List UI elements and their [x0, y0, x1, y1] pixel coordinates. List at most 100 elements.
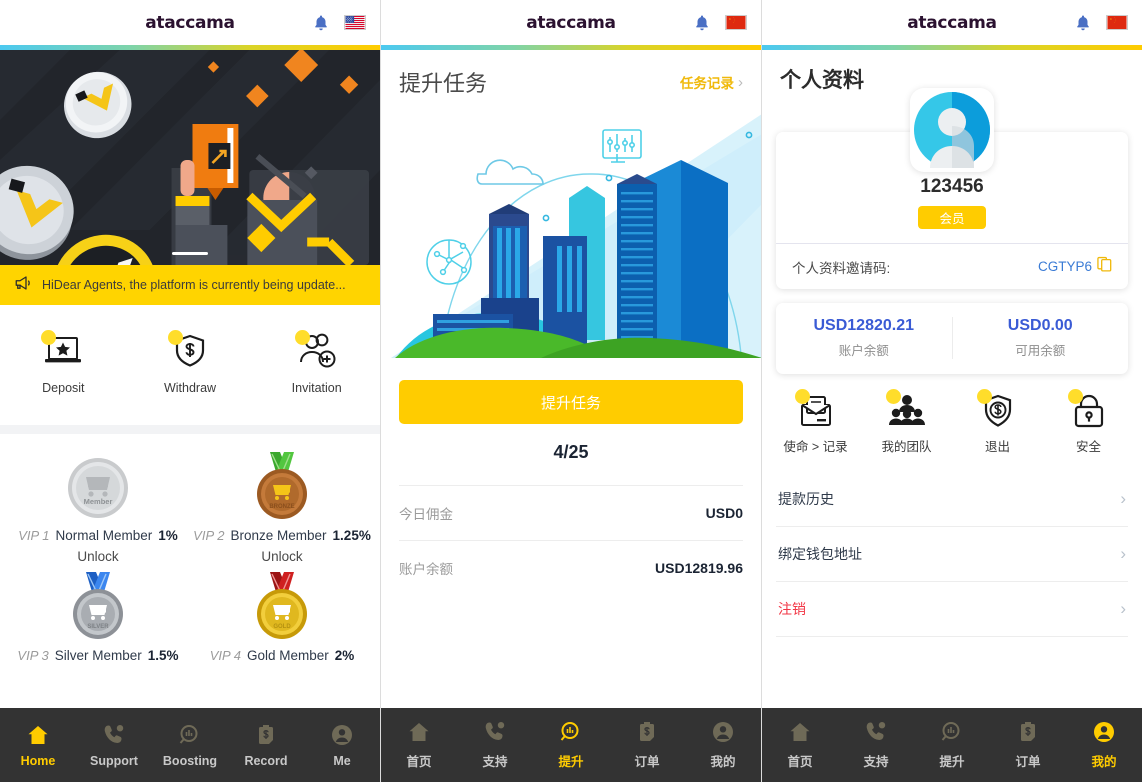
avatar[interactable] — [910, 88, 994, 172]
tab-label: 提升 — [558, 755, 584, 769]
panel-profile: ataccama 个人资料 123456 会员 个人资料邀请码: CGTYP6 … — [762, 0, 1142, 782]
tab-boosting[interactable]: Boosting — [152, 723, 228, 768]
function-my-team[interactable]: 我的团队 — [861, 389, 952, 456]
row-value: USD0 — [705, 505, 743, 521]
page-title: 提升任务 — [399, 71, 488, 96]
menu-item-bind-wallet[interactable]: 绑定钱包地址 › — [776, 527, 1128, 583]
tab-me[interactable]: Me — [304, 723, 380, 768]
deposit-icon — [41, 330, 84, 371]
quick-action-label: Withdraw — [163, 381, 217, 395]
boosting-icon — [179, 724, 198, 744]
balance-label: 账户余额 — [838, 344, 889, 358]
bell-icon[interactable] — [693, 13, 711, 33]
hero-banner[interactable] — [0, 50, 380, 265]
section-divider — [0, 425, 380, 434]
gold-medal-icon: GOLD — [257, 572, 307, 639]
vip-rate: 1% — [158, 528, 178, 543]
tab-label: 提升 — [939, 755, 965, 769]
account-balance-row: 账户余额 USD12819.96 — [399, 540, 743, 595]
tab-label: 订单 — [1015, 755, 1041, 769]
tab-support[interactable]: 支持 — [457, 720, 533, 770]
tab-boosting[interactable]: 提升 — [914, 720, 990, 770]
function-logout[interactable]: 退出 — [952, 389, 1043, 456]
me-icon — [713, 722, 733, 742]
tab-label: Support — [90, 753, 138, 768]
tab-support[interactable]: 支持 — [838, 720, 914, 770]
boost-task-button[interactable]: 提升任务 — [399, 380, 743, 424]
brand-logo: ataccama — [526, 12, 616, 33]
vip-info-line: VIP 4 Gold Member 2% — [210, 648, 355, 663]
tab-support[interactable]: Support — [76, 723, 152, 768]
vip-card[interactable]: GOLD VIP 4 Gold Member 2% — [190, 568, 374, 663]
vip-card[interactable]: SILVER VIP 3 Silver Member 1.5% — [6, 568, 190, 663]
bell-icon[interactable] — [1074, 13, 1092, 33]
vip-unlock-label[interactable]: Unlock — [77, 549, 118, 564]
menu-label: 注销 — [778, 601, 806, 618]
tab-label: Home — [20, 753, 56, 768]
flag-us-icon[interactable] — [344, 15, 366, 30]
avatar-icon — [914, 92, 990, 168]
function-security[interactable]: 安全 — [1043, 389, 1134, 456]
record-icon — [1021, 722, 1035, 741]
menu-label: 绑定钱包地址 — [778, 546, 862, 563]
record-icon — [259, 724, 273, 744]
vip-card[interactable]: Member VIP 1 Normal Member 1% Unlock — [6, 448, 190, 564]
vip-card[interactable]: BRONZE VIP 2 Bronze Member 1.25% Unlock — [190, 448, 374, 564]
task-record-label: 任务记录 — [680, 76, 734, 91]
tab-record[interactable]: Record — [228, 723, 304, 768]
boost-header-row: 提升任务 任务记录 › — [381, 50, 761, 104]
quick-action-deposit[interactable]: Deposit — [0, 330, 127, 395]
function-mission-record[interactable]: 使命 > 记录 — [770, 389, 861, 456]
tab-record[interactable]: 订单 — [990, 720, 1066, 770]
tab-home[interactable]: Home — [0, 723, 76, 768]
balance-total: USD12820.21 账户余额 — [776, 317, 952, 359]
vip-rate: 1.25% — [332, 528, 371, 543]
tab-label: 支持 — [863, 755, 889, 769]
carousel-indicator[interactable] — [172, 252, 208, 255]
tab-label: 首页 — [406, 755, 432, 769]
header-actions-1 — [312, 13, 366, 33]
vip-rate: 2% — [334, 648, 355, 663]
quick-action-label: Invitation — [291, 381, 342, 395]
copy-icon[interactable] — [1097, 256, 1112, 277]
balance-card: USD12820.21 账户余额 USD0.00 可用余额 — [776, 303, 1128, 374]
profile-card: 123456 会员 个人资料邀请码: CGTYP6 — [776, 88, 1128, 289]
tab-home[interactable]: 首页 — [762, 720, 838, 770]
announcement-banner[interactable]: HiDear Agents, the platform is currently… — [0, 265, 380, 305]
task-record-link[interactable]: 任务记录 › — [680, 72, 743, 92]
vip-name: Normal Member — [55, 528, 153, 543]
row-value: USD12819.96 — [655, 560, 743, 576]
tab-label: 订单 — [634, 755, 660, 769]
home-icon — [28, 725, 48, 744]
silver-medal-icon: SILVER — [73, 572, 123, 639]
flag-cn-icon[interactable] — [725, 15, 747, 30]
tab-me[interactable]: 我的 — [685, 720, 761, 770]
profile-functions: 使命 > 记录 我的团队 退出 安全 — [762, 374, 1142, 466]
svg-text:SILVER: SILVER — [87, 624, 109, 630]
boosting-icon — [941, 722, 960, 741]
flag-cn-icon[interactable] — [1106, 15, 1128, 30]
panel-boosting: ataccama 提升任务 任务记录 › 提升任务 4/25 今日佣金 USD0… — [381, 0, 762, 782]
menu-item-logout[interactable]: 注销 › — [776, 582, 1128, 638]
security-icon — [1067, 389, 1108, 430]
tab-home[interactable]: 首页 — [381, 720, 457, 770]
boosting-icon — [560, 722, 579, 741]
quick-action-withdraw[interactable]: Withdraw — [127, 330, 254, 395]
home-icon — [409, 723, 429, 741]
tab-boosting[interactable]: 提升 — [533, 720, 609, 770]
brand-logo: ataccama — [145, 12, 235, 33]
vip-unlock-label[interactable]: Unlock — [261, 549, 302, 564]
header-actions-3 — [1074, 13, 1128, 33]
my-team-icon — [885, 389, 926, 430]
tab-record[interactable]: 订单 — [609, 720, 685, 770]
invite-code-row[interactable]: 个人资料邀请码: CGTYP6 — [776, 243, 1128, 289]
vip-info-line: VIP 1 Normal Member 1% — [18, 528, 178, 543]
tab-label: 支持 — [482, 755, 508, 769]
menu-item-withdraw-history[interactable]: 提款历史 › — [776, 472, 1128, 528]
chevron-right-icon: › — [738, 73, 743, 91]
tab-me[interactable]: 我的 — [1066, 720, 1142, 770]
bell-icon[interactable] — [312, 13, 330, 33]
user-id: 123456 — [920, 176, 984, 197]
quick-action-invitation[interactable]: Invitation — [253, 330, 380, 395]
vip-info-line: VIP 3 Silver Member 1.5% — [17, 648, 178, 663]
